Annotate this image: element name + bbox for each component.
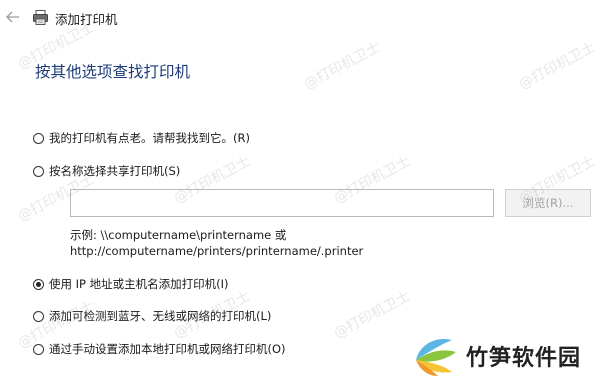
option-label: 添加可检测到蓝牙、无线或网络的打印机(L) xyxy=(49,309,272,323)
back-arrow-icon[interactable] xyxy=(4,8,22,26)
option-shared-printer-by-name[interactable]: 按名称选择共享打印机(S) xyxy=(33,161,180,181)
radio-button[interactable] xyxy=(33,165,44,177)
option-label: 使用 IP 地址或主机名添加打印机(I) xyxy=(49,277,229,291)
shared-printer-name-input[interactable] xyxy=(70,189,494,217)
example-text-line-2: http://computername/printers/printername… xyxy=(70,244,364,258)
option-bluetooth-wireless-network[interactable]: 添加可检测到蓝牙、无线或网络的打印机(L) xyxy=(33,306,271,326)
bamboo-leaf-logo xyxy=(412,330,460,378)
option-ip-or-hostname[interactable]: 使用 IP 地址或主机名添加打印机(I) xyxy=(33,274,229,294)
example-text-line-1: 示例: \\computername\printername 或 xyxy=(70,228,287,242)
radio-button[interactable] xyxy=(33,310,44,322)
brand-logo: 竹笋软件园 xyxy=(412,330,598,378)
watermark: @打印机卫士 xyxy=(331,288,414,342)
printer-icon xyxy=(32,9,49,26)
brand-name: 竹笋软件园 xyxy=(466,346,582,371)
option-old-printer[interactable]: 我的打印机有点老。请帮我找到它。(R) xyxy=(33,128,250,148)
radio-button[interactable] xyxy=(33,132,44,144)
option-label: 我的打印机有点老。请帮我找到它。(R) xyxy=(49,131,250,145)
option-manual-local-or-network[interactable]: 通过手动设置添加本地打印机或网络打印机(O) xyxy=(33,339,286,359)
title-bar: 添加打印机 xyxy=(0,0,600,36)
watermark: @打印机卫士 xyxy=(301,39,384,93)
window-title: 添加打印机 xyxy=(55,12,118,27)
watermark: @打印机卫士 xyxy=(516,39,599,93)
option-label: 通过手动设置添加本地打印机或网络打印机(O) xyxy=(49,342,286,356)
radio-button[interactable] xyxy=(33,343,44,355)
browse-button[interactable]: 浏览(R)... xyxy=(505,189,591,217)
option-label: 按名称选择共享打印机(S) xyxy=(49,164,181,178)
radio-button-selected[interactable] xyxy=(33,278,44,290)
page-heading: 按其他选项查找打印机 xyxy=(35,63,191,81)
